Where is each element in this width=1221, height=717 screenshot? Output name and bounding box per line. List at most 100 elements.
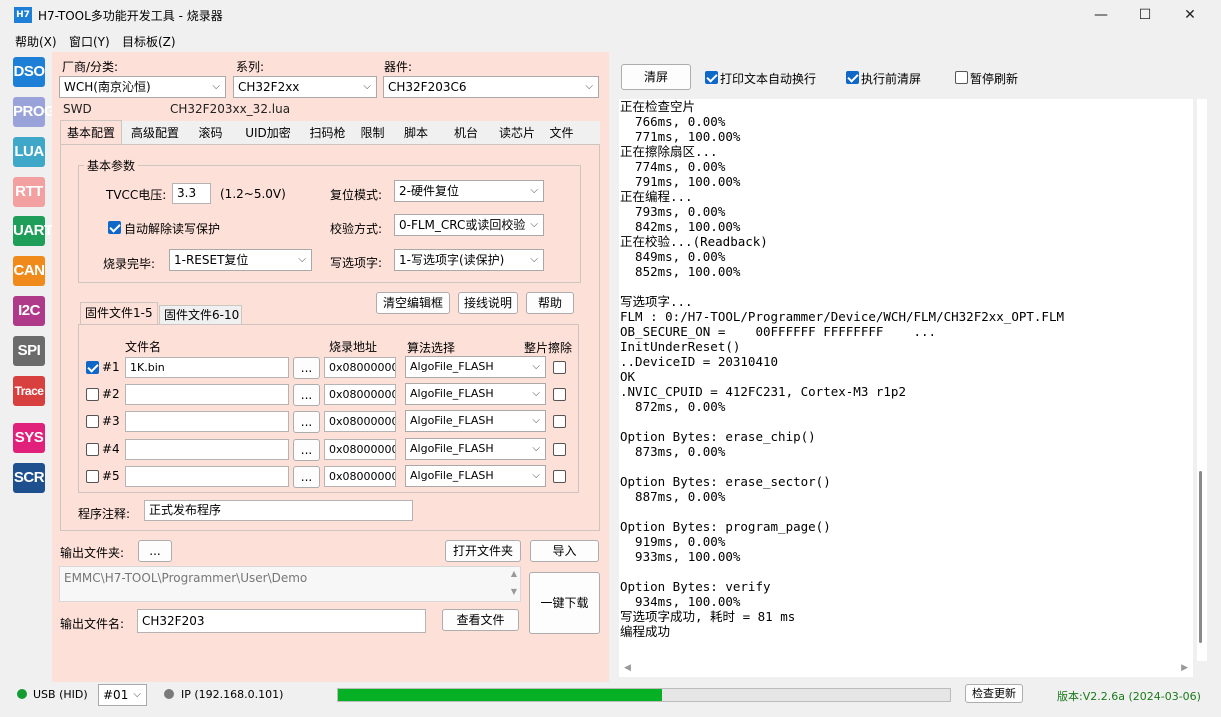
sidebar-spi-button[interactable]: SPI bbox=[13, 336, 45, 366]
wiring-help-button[interactable]: 接线说明 bbox=[458, 292, 518, 314]
file-2-algo-select[interactable]: AlgoFile_FLASH ⌵ bbox=[405, 383, 546, 405]
sidebar-scr-button[interactable]: SCR bbox=[13, 463, 45, 493]
tab-4[interactable]: 扫码枪 bbox=[303, 122, 352, 144]
sidebar-prog-button[interactable]: PROG bbox=[13, 97, 56, 127]
tab-5[interactable]: 限制 bbox=[354, 122, 391, 144]
open-folder-button[interactable]: 打开文件夹 bbox=[445, 540, 521, 562]
sidebar-uart-button[interactable]: UART bbox=[13, 216, 53, 246]
file-5-checkbox[interactable] bbox=[86, 470, 99, 483]
file-1-address-input[interactable]: 0x08000000 bbox=[324, 357, 396, 378]
scroll-up-icon[interactable]: ▲ bbox=[511, 569, 517, 578]
menu-help[interactable]: 帮助(X) bbox=[15, 33, 57, 50]
file-4-browse-button[interactable]: ... bbox=[293, 439, 320, 461]
import-button[interactable]: 导入 bbox=[530, 540, 599, 562]
check-update-button[interactable]: 检查更新 bbox=[965, 684, 1023, 703]
tab-firmware-6-10[interactable]: 固件文件6-10 bbox=[159, 305, 242, 324]
file-4-erase-checkbox[interactable] bbox=[553, 443, 566, 456]
tab-firmware-1-5[interactable]: 固件文件1-5 bbox=[80, 302, 158, 324]
file-5-erase-checkbox[interactable] bbox=[553, 470, 566, 483]
menu-target-board[interactable]: 目标板(Z) bbox=[122, 33, 176, 50]
maximize-button[interactable]: ☐ bbox=[1122, 0, 1168, 30]
menu-window[interactable]: 窗口(Y) bbox=[69, 33, 110, 50]
tab-7[interactable]: 机台 bbox=[441, 122, 491, 144]
sidebar-dso-button[interactable]: DSO bbox=[13, 57, 45, 87]
verify-select[interactable]: 0-FLM_CRC或读回校验 ⌵ bbox=[394, 214, 544, 236]
file-1-erase-checkbox[interactable] bbox=[553, 361, 566, 374]
file-3-checkbox[interactable] bbox=[86, 415, 99, 428]
clear-edit-button[interactable]: 清空编辑框 bbox=[376, 292, 450, 314]
file-2-address-input[interactable]: 0x08000000 bbox=[324, 384, 396, 405]
output-name-label: 输出文件名: bbox=[60, 617, 125, 631]
view-file-button[interactable]: 查看文件 bbox=[442, 609, 519, 631]
tab-8[interactable]: 读芯片 bbox=[493, 122, 541, 144]
log-hscrollbar[interactable]: ◀ ▶ bbox=[619, 661, 1193, 677]
chevron-down-icon: ⌵ bbox=[298, 254, 306, 265]
scroll-left-icon[interactable]: ◀ bbox=[624, 663, 631, 673]
file-2-erase-checkbox[interactable] bbox=[553, 388, 566, 401]
file-4-address-input[interactable]: 0x08000000 bbox=[324, 439, 396, 460]
note-input[interactable]: 正式发布程序 bbox=[144, 500, 413, 521]
port-select[interactable]: #01 ⌵ bbox=[98, 684, 147, 706]
sidebar-lua-button[interactable]: LUA bbox=[13, 137, 45, 167]
scroll-down-icon[interactable]: ▼ bbox=[511, 587, 517, 596]
sidebar-can-button[interactable]: CAN bbox=[13, 256, 45, 286]
finish-select[interactable]: 1-RESET复位 ⌵ bbox=[169, 249, 312, 271]
tab-2[interactable]: 滚码 bbox=[188, 122, 233, 144]
series-select[interactable]: CH32F2xx ⌵ bbox=[233, 76, 377, 98]
tab-1[interactable]: 高级配置 bbox=[124, 122, 186, 144]
lua-file-text: CH32F203xx_32.lua bbox=[170, 102, 291, 116]
reset-select[interactable]: 2-硬件复位 ⌵ bbox=[394, 180, 544, 202]
clear-before-checkbox[interactable] bbox=[846, 71, 859, 84]
tab-6[interactable]: 脚本 bbox=[393, 122, 439, 144]
minimize-button[interactable]: — bbox=[1078, 0, 1124, 30]
option-bytes-select[interactable]: 1-写选项字(读保护) ⌵ bbox=[394, 249, 544, 271]
sidebar-trace-button[interactable]: Trace bbox=[13, 376, 45, 406]
auto-unprotect-checkbox[interactable] bbox=[108, 221, 121, 234]
log-output[interactable]: 正在检查空片 766ms, 0.00% 771ms, 100.00% 正在擦除扇区… bbox=[619, 99, 1193, 661]
auto-wrap-checkbox[interactable] bbox=[705, 71, 718, 84]
tvcc-input[interactable]: 3.3 bbox=[172, 183, 211, 204]
tab-3[interactable]: UID加密 bbox=[235, 122, 301, 144]
file-4-path-input[interactable] bbox=[125, 439, 289, 460]
file-1-algo-select[interactable]: AlgoFile_FLASH ⌵ bbox=[405, 356, 546, 378]
output-folder-label: 输出文件夹: bbox=[60, 546, 125, 560]
file-1-browse-button[interactable]: ... bbox=[293, 357, 320, 379]
file-4-checkbox[interactable] bbox=[86, 443, 99, 456]
file-3-browse-button[interactable]: ... bbox=[293, 411, 320, 433]
file-2-checkbox[interactable] bbox=[86, 388, 99, 401]
log-vscroll-thumb[interactable] bbox=[1199, 471, 1202, 643]
vendor-select[interactable]: WCH(南京沁恒) ⌵ bbox=[59, 76, 226, 98]
help-button[interactable]: 帮助 bbox=[526, 292, 574, 314]
file-3-algo-select[interactable]: AlgoFile_FLASH ⌵ bbox=[405, 410, 546, 432]
sidebar-rtt-button[interactable]: RTT bbox=[13, 177, 45, 207]
file-5-browse-button[interactable]: ... bbox=[293, 466, 320, 488]
log-vscrollbar[interactable] bbox=[1197, 99, 1207, 661]
file-1-path-input[interactable]: 1K.bin bbox=[125, 357, 289, 378]
tab-0[interactable]: 基本配置 bbox=[60, 120, 122, 145]
chevron-down-icon: ⌵ bbox=[532, 388, 540, 399]
close-button[interactable]: ✕ bbox=[1167, 0, 1213, 30]
pause-refresh-checkbox[interactable] bbox=[955, 71, 968, 84]
file-3-erase-checkbox[interactable] bbox=[553, 415, 566, 428]
file-2-path-input[interactable] bbox=[125, 384, 289, 405]
tab-9[interactable]: 文件 bbox=[543, 122, 580, 144]
output-name-input[interactable]: CH32F203 bbox=[137, 609, 426, 633]
file-1-checkbox[interactable] bbox=[86, 361, 99, 374]
output-path-text: EMMC\H7-TOOL\Programmer\User\Demo bbox=[64, 571, 308, 585]
clear-screen-button[interactable]: 清屏 bbox=[621, 64, 691, 90]
file-2-browse-button[interactable]: ... bbox=[293, 384, 320, 406]
file-5-algo-select[interactable]: AlgoFile_FLASH ⌵ bbox=[405, 465, 546, 487]
one-click-download-button[interactable]: 一键下载 bbox=[529, 572, 600, 634]
chip-select[interactable]: CH32F203C6 ⌵ bbox=[383, 76, 599, 98]
file-3-path-input[interactable] bbox=[125, 411, 289, 432]
file-5-address-input[interactable]: 0x08000000 bbox=[324, 466, 396, 487]
file-3-address-input[interactable]: 0x08000000 bbox=[324, 411, 396, 432]
file-4-algo-select[interactable]: AlgoFile_FLASH ⌵ bbox=[405, 438, 546, 460]
scroll-right-icon[interactable]: ▶ bbox=[1181, 663, 1188, 673]
sidebar-i2c-button[interactable]: I2C bbox=[13, 296, 45, 326]
output-folder-browse-button[interactable]: ... bbox=[138, 540, 172, 562]
chevron-down-icon: ⌵ bbox=[585, 81, 593, 92]
file-5-path-input[interactable] bbox=[125, 466, 289, 487]
output-path-box[interactable]: EMMC\H7-TOOL\Programmer\User\Demo ▲ ▼ bbox=[59, 566, 521, 602]
sidebar-sys-button[interactable]: SYS bbox=[13, 423, 45, 453]
